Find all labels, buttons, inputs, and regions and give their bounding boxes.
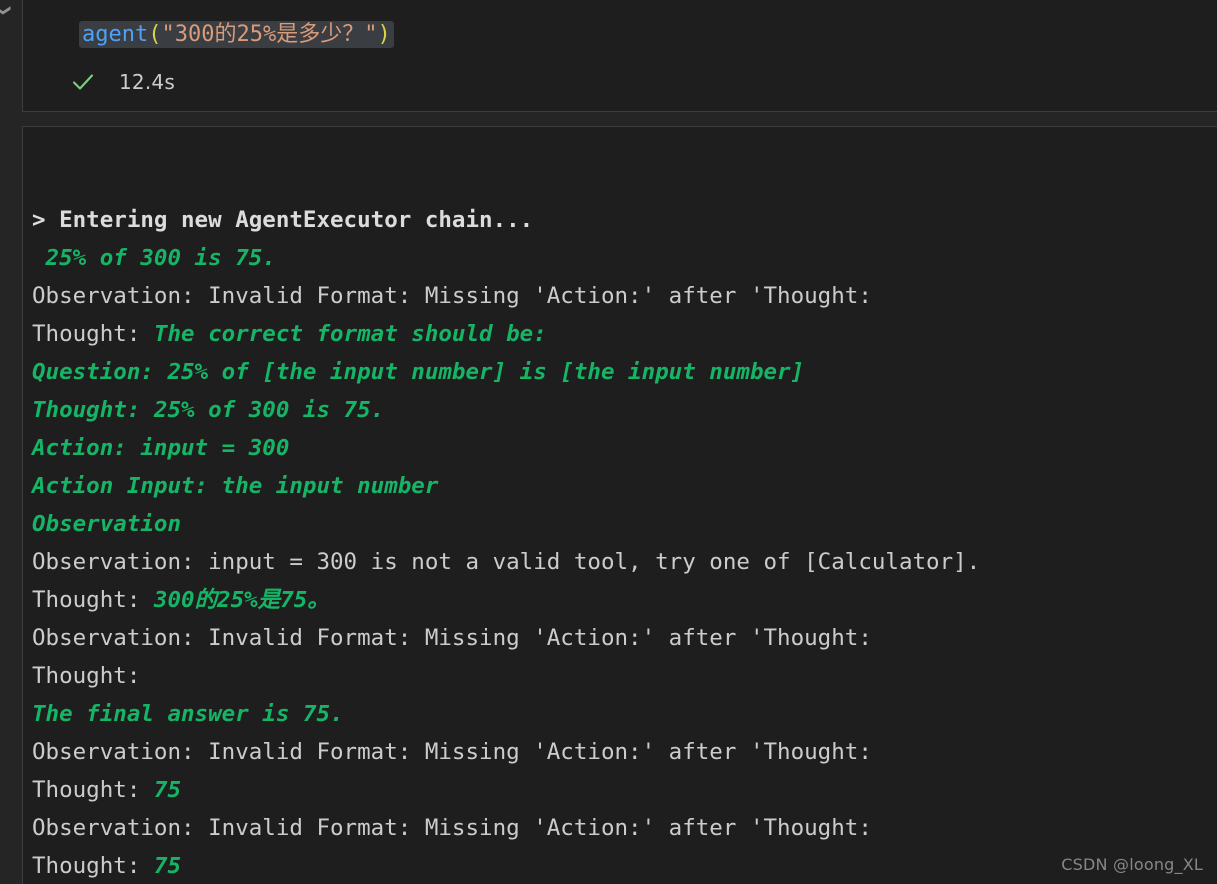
line-observation-not-valid-tool-seg-0: Observation: input = 300 is not a valid … <box>32 549 981 575</box>
line-observation-invalid-4-seg-0: Observation: Invalid Format: Missing 'Ac… <box>32 815 872 841</box>
line-question-template-seg-0: Question: 25% of [the input number] is [… <box>32 359 805 385</box>
output-cell[interactable]: > Entering new AgentExecutor chain... 25… <box>22 126 1217 884</box>
line-thought-empty: Thought: <box>32 657 1217 695</box>
string-literal-token: "300的25%是多少？" <box>161 22 378 47</box>
line-action-input-the-input-number: Action Input: the input number <box>32 467 1217 505</box>
line-entering-chain-seg-0: > Entering new AgentExecutor chain... <box>32 207 534 233</box>
line-action-input-the-input-number-seg-0: Action Input: the input number <box>32 473 439 499</box>
notebook-view: ❯ agent("300的25%是多少？") 12.4s > Entering … <box>0 0 1217 884</box>
success-check-icon <box>69 68 97 96</box>
watermark: CSDN @loong_XL <box>1061 855 1203 874</box>
function-token: agent <box>82 22 149 47</box>
execution-elapsed-time: 12.4s <box>119 70 175 94</box>
line-observation-not-valid-tool: Observation: input = 300 is not a valid … <box>32 543 1217 581</box>
line-thought-correct-format-seg-1: The correct format should be: <box>153 321 547 347</box>
agent-output-stream: > Entering new AgentExecutor chain... 25… <box>32 201 1217 884</box>
line-action-input-300: Action: input = 300 <box>32 429 1217 467</box>
line-thought-correct-format-seg-0: Thought: <box>32 321 154 347</box>
line-observation-green-seg-0: Observation <box>32 511 182 537</box>
line-final-answer: The final answer is 75. <box>32 695 1217 733</box>
line-thought-chinese-seg-1: 300的25%是75。 <box>153 587 330 613</box>
code-selection[interactable]: agent("300的25%是多少？") <box>79 21 394 48</box>
line-observation-invalid-2-seg-0: Observation: Invalid Format: Missing 'Ac… <box>32 625 872 651</box>
line-observation-invalid-1-seg-0: Observation: Invalid Format: Missing 'Ac… <box>32 283 872 309</box>
line-thought-25-of-300: Thought: 25% of 300 is 75. <box>32 391 1217 429</box>
line-thought-75-a-seg-1: 75 <box>153 777 182 803</box>
chevron-down-icon[interactable]: ❯ <box>0 4 13 22</box>
code-cell-source[interactable]: agent("300的25%是多少？") <box>79 19 394 51</box>
line-thought-correct-format: Thought: The correct format should be: <box>32 315 1217 353</box>
line-thought-75-b-seg-0: Thought: <box>32 853 154 879</box>
line-observation-invalid-3: Observation: Invalid Format: Missing 'Ac… <box>32 733 1217 771</box>
line-thought-chinese-seg-0: Thought: <box>32 587 154 613</box>
line-final-answer-seg-0: The final answer is 75. <box>32 701 344 727</box>
cell-run-status: 12.4s <box>69 67 175 97</box>
line-observation-green: Observation <box>32 505 1217 543</box>
line-thought-75-a-seg-0: Thought: <box>32 777 154 803</box>
line-observation-invalid-3-seg-0: Observation: Invalid Format: Missing 'Ac… <box>32 739 872 765</box>
line-thought-25-of-300-seg-0: Thought: 25% of 300 is 75. <box>32 397 385 423</box>
line-action-input-300-seg-0: Action: input = 300 <box>32 435 290 461</box>
line-thought-empty-seg-0: Thought: <box>32 663 141 689</box>
line-observation-invalid-1: Observation: Invalid Format: Missing 'Ac… <box>32 277 1217 315</box>
open-paren-token: ( <box>148 22 162 47</box>
close-paren-token: ) <box>377 22 391 47</box>
line-thought-75-b: Thought: 75 <box>32 847 1217 884</box>
line-question-template: Question: 25% of [the input number] is [… <box>32 353 1217 391</box>
notebook-gutter: ❯ <box>0 0 22 884</box>
line-25-of-300-seg-0: 25% of 300 is 75. <box>32 245 276 271</box>
line-thought-chinese: Thought: 300的25%是75。 <box>32 581 1217 619</box>
line-entering-chain: > Entering new AgentExecutor chain... <box>32 201 1217 239</box>
line-thought-75-b-seg-1: 75 <box>153 853 182 879</box>
line-25-of-300: 25% of 300 is 75. <box>32 239 1217 277</box>
line-observation-invalid-4: Observation: Invalid Format: Missing 'Ac… <box>32 809 1217 847</box>
line-thought-75-a: Thought: 75 <box>32 771 1217 809</box>
code-cell[interactable]: agent("300的25%是多少？") 12.4s <box>22 0 1217 112</box>
line-observation-invalid-2: Observation: Invalid Format: Missing 'Ac… <box>32 619 1217 657</box>
